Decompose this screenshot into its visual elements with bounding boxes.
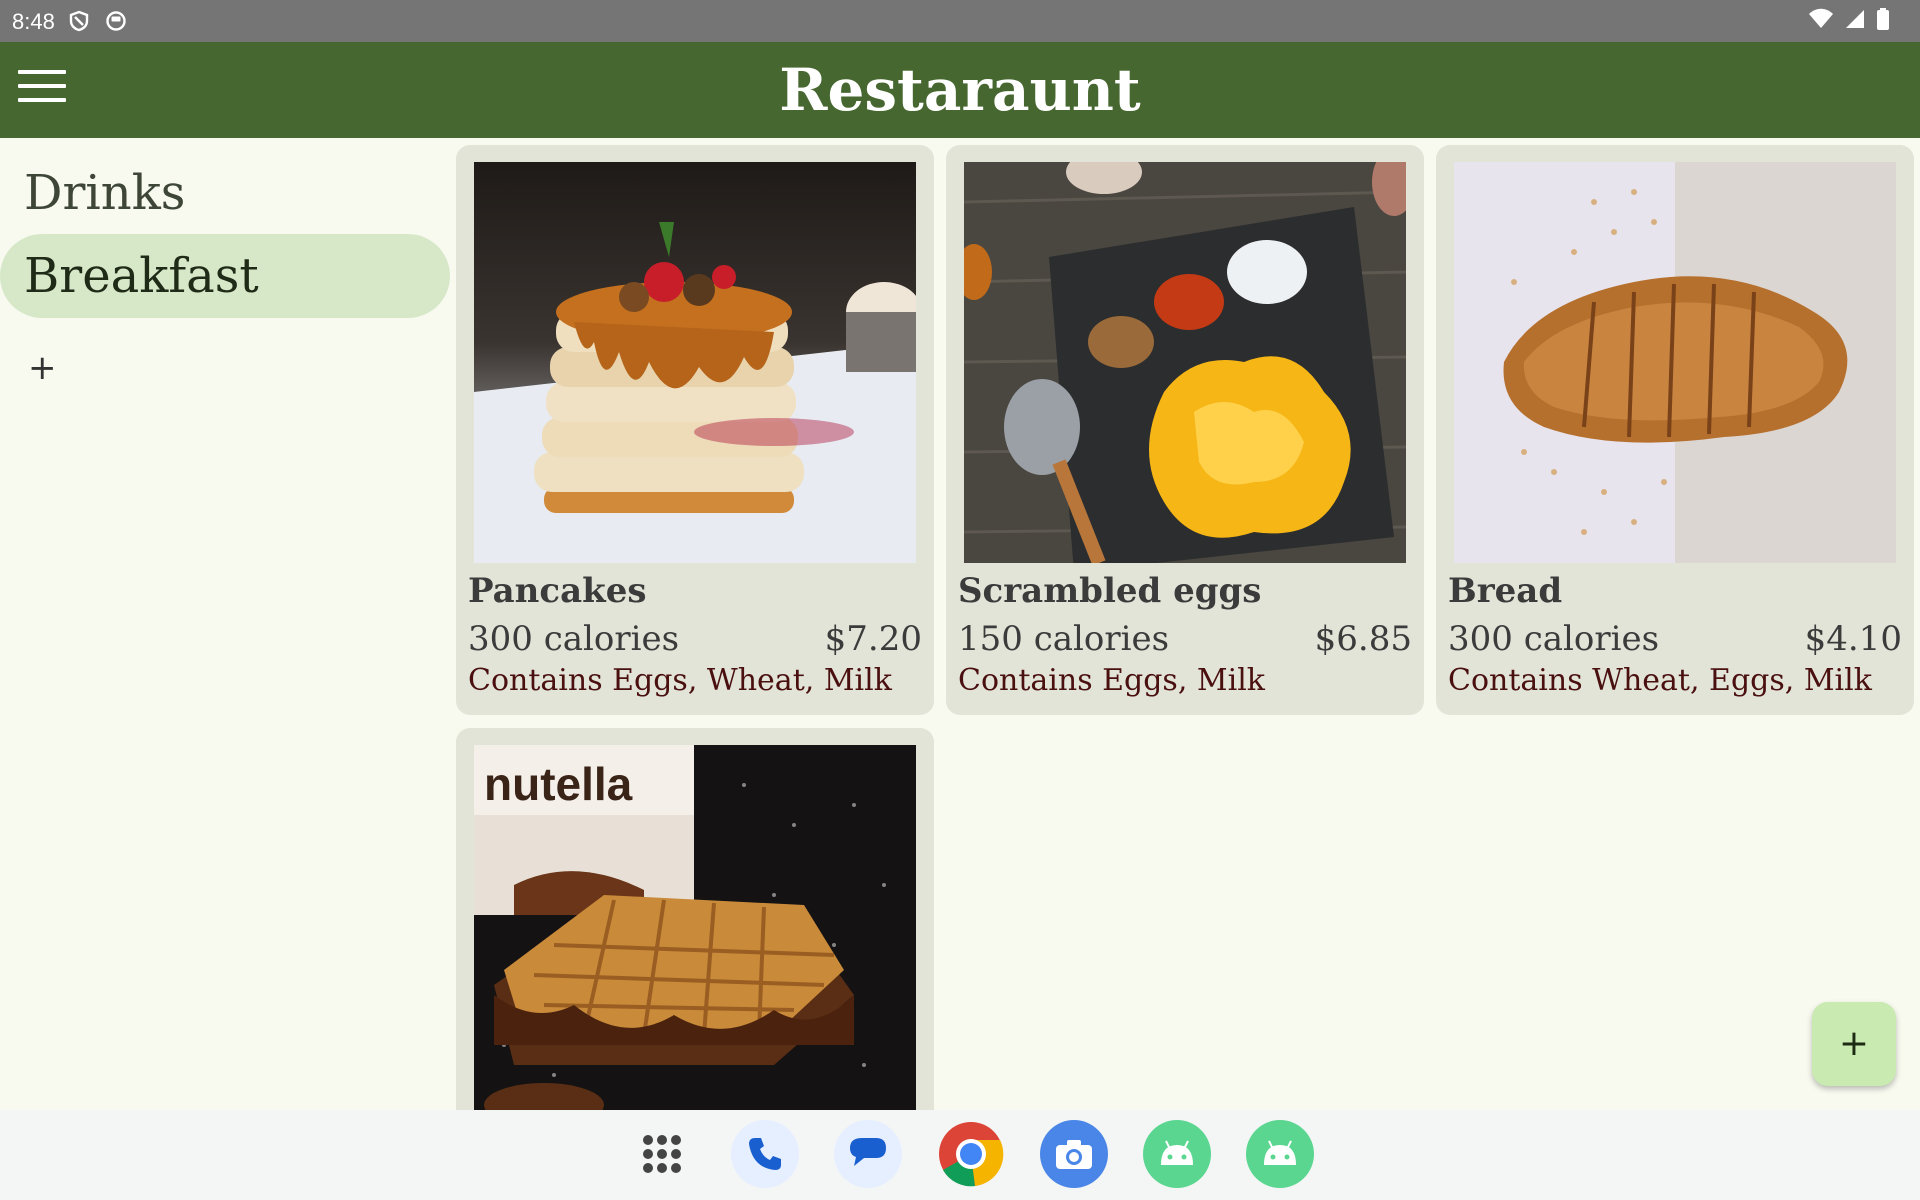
item-allergens: Contains Eggs, Milk <box>958 663 1265 698</box>
item-allergens: Contains Wheat, Eggs, Milk <box>1448 663 1872 698</box>
pancakes-image <box>474 162 916 563</box>
nutella-label: nutella <box>484 758 633 810</box>
android-icon[interactable] <box>1246 1120 1314 1188</box>
menu-item-card[interactable]: nutella <box>456 728 934 1110</box>
add-item-button[interactable]: + <box>1812 1002 1896 1086</box>
menu-item-card[interactable]: Scrambled eggs 150 calories $6.85 Contai… <box>946 145 1424 715</box>
status-time: 8:48 <box>12 9 55 34</box>
menu-item-card[interactable]: Pancakes 300 calories $7.20 Contains Egg… <box>456 145 934 715</box>
item-name: Scrambled eggs <box>958 571 1262 611</box>
menu-item-card[interactable]: Bread 300 calories $4.10 Contains Wheat,… <box>1436 145 1914 715</box>
apps-grid-icon[interactable] <box>628 1120 696 1188</box>
camera-icon[interactable] <box>1040 1120 1108 1188</box>
item-price: $4.10 <box>1804 619 1902 659</box>
item-allergens: Contains Eggs, Wheat, Milk <box>468 663 892 698</box>
nav-item-drinks[interactable]: Drinks <box>0 151 450 235</box>
item-price: $6.85 <box>1314 619 1412 659</box>
phone-icon[interactable] <box>731 1120 799 1188</box>
wifi-icon <box>1809 8 1833 28</box>
waffle-image: nutella <box>474 745 916 1110</box>
messages-icon[interactable] <box>834 1120 902 1188</box>
item-calories: 300 calories <box>1448 619 1660 659</box>
scrambled-eggs-image <box>964 162 1406 563</box>
status-bar: 8:48 <box>0 0 1920 42</box>
add-category-icon[interactable]: + <box>28 348 57 388</box>
cell-signal-icon <box>1846 10 1864 28</box>
nav-item-breakfast[interactable]: Breakfast <box>0 234 450 318</box>
app-dock <box>628 1120 1314 1188</box>
item-calories: 300 calories <box>468 619 680 659</box>
item-price: $7.20 <box>824 619 922 659</box>
item-calories: 150 calories <box>958 619 1170 659</box>
chrome-icon[interactable] <box>937 1120 1005 1188</box>
category-nav: Drinks Breakfast + <box>0 138 452 1110</box>
battery-icon <box>1877 8 1889 30</box>
notification-icon <box>106 11 126 31</box>
shield-icon <box>69 10 89 32</box>
android-icon[interactable] <box>1143 1120 1211 1188</box>
bread-image <box>1454 162 1896 563</box>
item-name: Bread <box>1448 571 1563 611</box>
taskbar <box>0 1110 1920 1200</box>
app-title: Restaraunt <box>779 56 1141 124</box>
item-name: Pancakes <box>468 571 647 611</box>
app-bar: Restaraunt <box>0 42 1920 138</box>
